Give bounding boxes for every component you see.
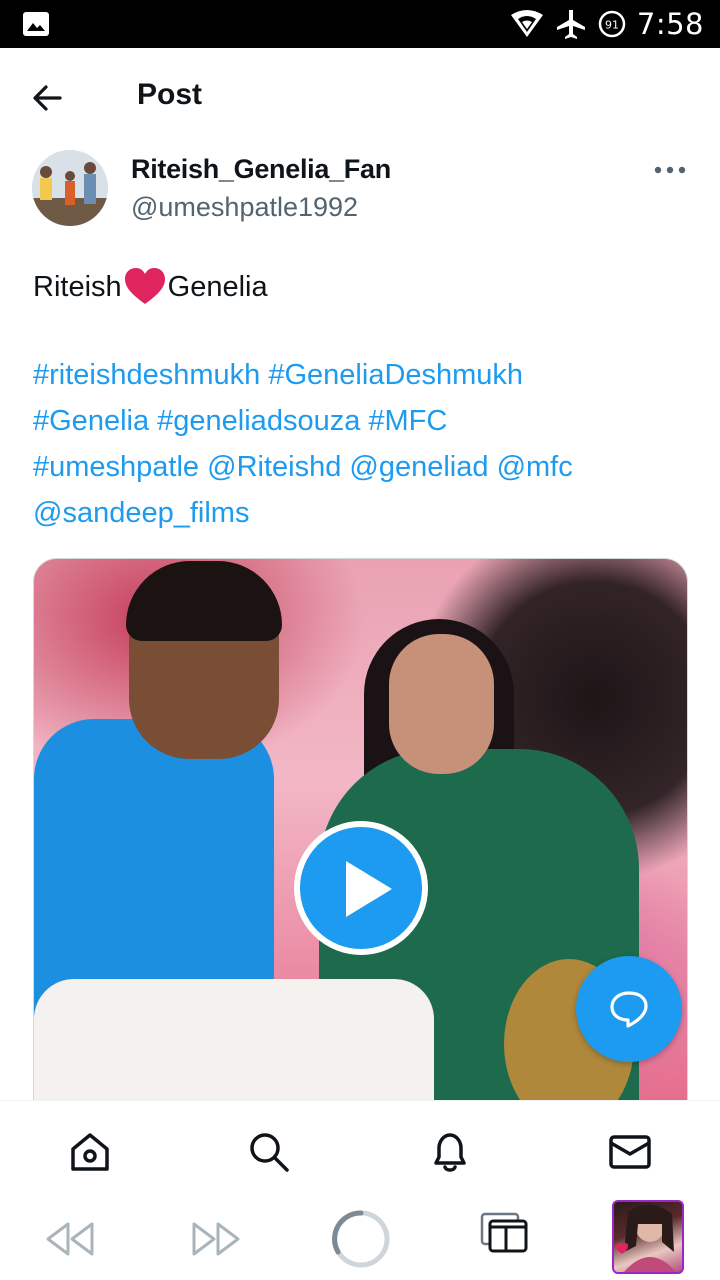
tabs-icon <box>480 1212 528 1253</box>
hashtag-line: #riteishdeshmukh #GeneliaDeshmukh <box>33 352 693 398</box>
tab-messages[interactable] <box>607 1129 653 1175</box>
header: Post <box>0 48 720 144</box>
wifi-icon <box>509 9 545 39</box>
hashtag-link[interactable]: #geneliadsouza <box>157 405 360 437</box>
hashtag-line: #umeshpatle @Riteishd @geneliad @mfc <box>33 444 693 490</box>
author-display-name[interactable]: Riteish_Genelia_Fan <box>131 154 391 185</box>
rewind-icon <box>46 1222 94 1256</box>
search-icon <box>250 1133 289 1172</box>
reply-bubble-icon <box>610 991 648 1028</box>
rewind-button[interactable] <box>44 1220 96 1263</box>
compose-reply-button[interactable] <box>576 956 682 1062</box>
hashtag-link[interactable]: #Genelia <box>33 405 149 437</box>
battery-icon: 91 <box>597 9 627 39</box>
more-dots-icon <box>654 166 686 174</box>
profile-thumbnail[interactable] <box>612 1200 684 1274</box>
post-text: Riteish Genelia <box>33 264 693 310</box>
hashtag-link[interactable]: #GeneliaDeshmukh <box>268 359 523 391</box>
tab-notifications[interactable] <box>427 1129 473 1175</box>
post-text-after: Genelia <box>167 271 268 303</box>
home-icon <box>71 1133 109 1171</box>
fast-forward-button[interactable] <box>190 1220 242 1263</box>
arrow-left-icon <box>33 85 62 111</box>
video-person-right-head <box>389 634 494 774</box>
hashtag-line: #Genelia #geneliadsouza #MFC <box>33 398 693 444</box>
status-time: 7:58 <box>636 7 704 41</box>
bottom-tab-bar <box>0 1100 720 1198</box>
hashtag-link[interactable]: #MFC <box>368 405 447 437</box>
tabs-button[interactable] <box>480 1212 528 1259</box>
image-icon <box>22 11 50 37</box>
mention-link[interactable]: @sandeep_films <box>33 497 249 529</box>
play-icon <box>346 861 392 917</box>
avatar[interactable] <box>32 150 108 226</box>
reload-button[interactable] <box>330 1208 392 1275</box>
tab-home[interactable] <box>67 1129 113 1175</box>
mention-link[interactable]: @Riteishd <box>207 451 341 483</box>
hashtag-link[interactable]: #riteishdeshmukh <box>33 359 260 391</box>
author-handle[interactable]: @umeshpatle1992 <box>131 192 358 223</box>
play-button[interactable] <box>294 821 428 955</box>
heart-icon <box>123 267 167 307</box>
video-person-left-hair <box>126 561 282 641</box>
status-bar: 91 7:58 <box>0 0 720 48</box>
more-options-button[interactable] <box>650 158 690 182</box>
browser-nav-bar <box>0 1198 720 1280</box>
svg-text:91: 91 <box>605 19 619 32</box>
tab-search[interactable] <box>246 1129 292 1175</box>
mention-link[interactable]: @geneliad <box>349 451 488 483</box>
fast-forward-icon <box>192 1222 240 1256</box>
hashtags: #riteishdeshmukh #GeneliaDeshmukh #Genel… <box>33 352 693 536</box>
hashtag-line: @sandeep_films <box>33 490 693 536</box>
back-button[interactable] <box>30 80 66 116</box>
page-title: Post <box>137 78 203 111</box>
reload-icon <box>332 1210 390 1268</box>
bell-icon <box>434 1133 466 1172</box>
post-text-before: Riteish <box>33 271 122 303</box>
airplane-icon <box>555 8 587 40</box>
hashtag-link[interactable]: #umeshpatle <box>33 451 199 483</box>
mention-link[interactable]: @mfc <box>497 451 573 483</box>
mail-icon <box>609 1135 651 1169</box>
video-pants <box>34 979 434 1117</box>
